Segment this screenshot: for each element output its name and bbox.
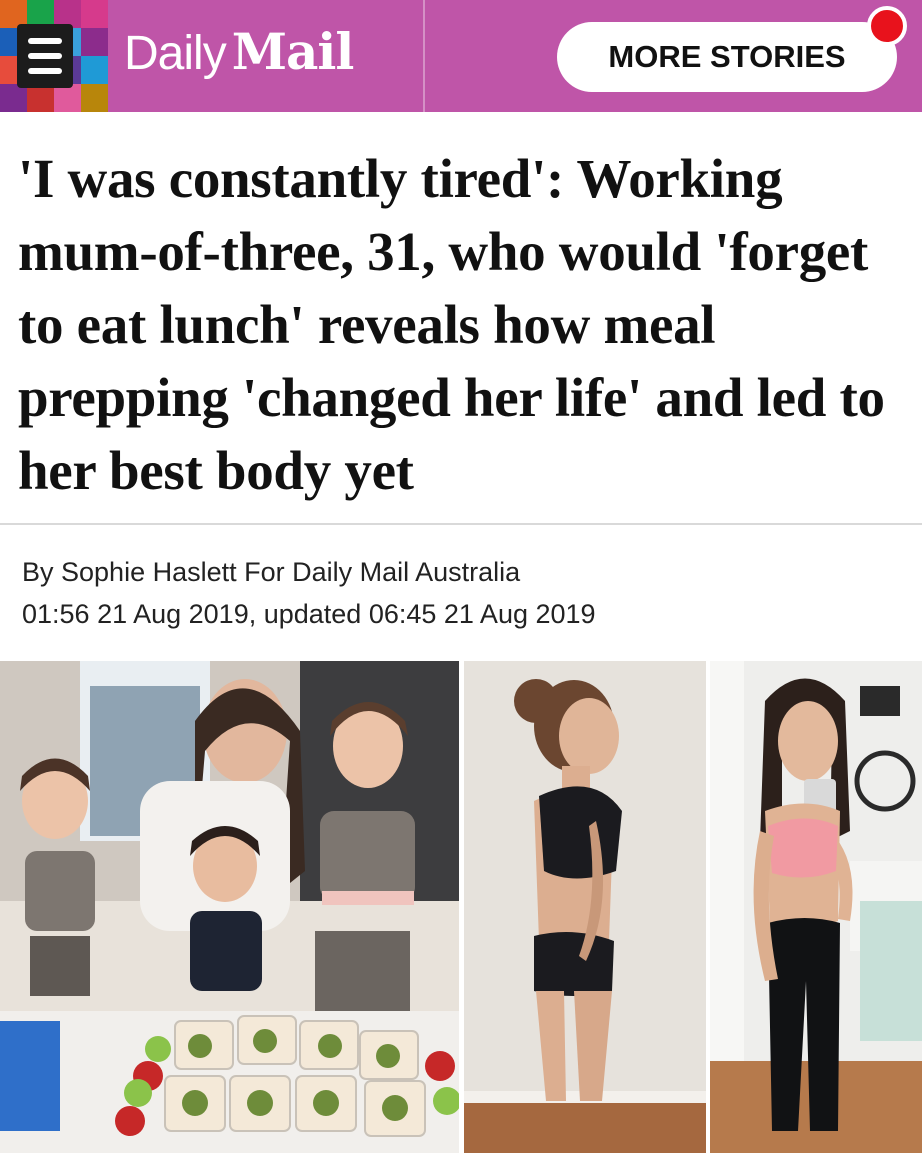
menu-grid-cell [54,84,81,112]
article-dateline: 01:56 21 Aug 2019, updated 06:45 21 Aug … [22,599,596,629]
logo-daily-text: Daily [124,27,227,80]
more-stories-label: MORE STORIES [608,39,846,74]
header-divider [423,0,425,112]
side-profile-before-photo[interactable] [464,661,706,1153]
menu-grid-cell [0,84,27,112]
daily-mail-logo[interactable]: Daily Mail [124,22,355,86]
notification-dot-icon [867,6,907,46]
menu-grid-cell [81,0,108,28]
menu-grid-cell [81,56,108,84]
headline-divider [0,523,922,525]
family-with-meal-prep-photo[interactable] [0,661,459,1153]
article-headline: 'I was constantly tired': Working mum-of… [18,148,885,501]
menu-grid-cell [27,84,54,112]
article-byline: By Sophie Haslett For Daily Mail Austral… [22,557,521,587]
menu-grid-cell [81,28,108,56]
more-stories-button[interactable]: MORE STORIES [557,22,897,92]
mirror-selfie-after-photo[interactable] [710,661,922,1153]
menu-grid-cell [81,84,108,112]
logo-mail-text: Mail [231,22,355,81]
top-header-bar: Daily Mail MORE STORIES [0,0,922,112]
hamburger-menu-icon[interactable] [17,24,73,88]
